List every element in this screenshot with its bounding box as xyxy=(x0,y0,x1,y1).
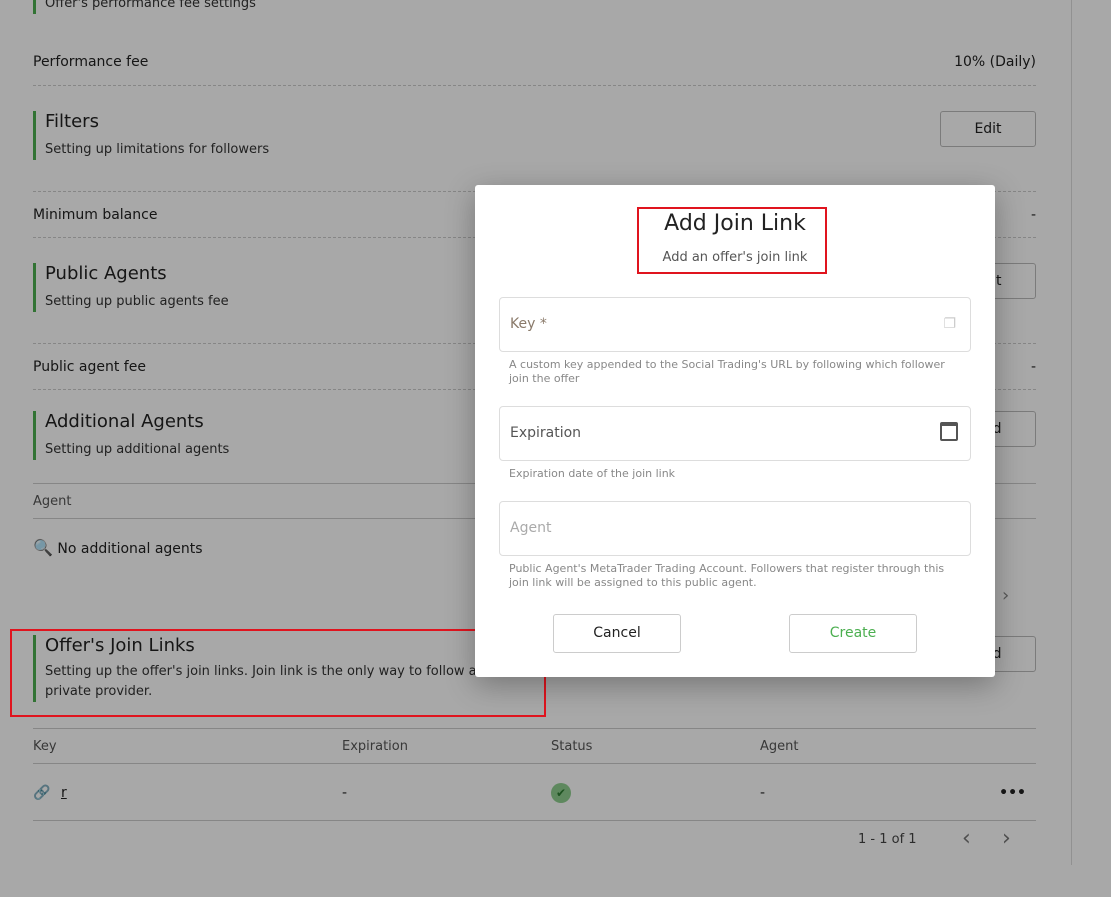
highlight-box xyxy=(637,207,827,274)
key-help: A custom key appended to the Social Trad… xyxy=(509,358,945,385)
field-label: Expiration xyxy=(510,425,582,441)
highlight-box xyxy=(10,629,546,717)
field-label: Agent xyxy=(510,520,552,536)
copy-icon[interactable]: ❐ xyxy=(943,316,956,332)
agent-help: Public Agent's MetaTrader Trading Accoun… xyxy=(509,562,945,589)
expiration-input[interactable]: Expiration xyxy=(499,406,971,461)
calendar-icon[interactable] xyxy=(940,422,958,441)
cancel-button[interactable]: Cancel xyxy=(553,614,681,653)
key-input[interactable]: Key * ❐ xyxy=(499,297,971,352)
agent-input[interactable]: Agent xyxy=(499,501,971,556)
create-button[interactable]: Create xyxy=(789,614,917,653)
add-join-link-dialog: Add Join Link Add an offer's join link K… xyxy=(475,185,995,677)
field-label: Key * xyxy=(510,316,547,332)
expiration-help: Expiration date of the join link xyxy=(509,467,676,480)
